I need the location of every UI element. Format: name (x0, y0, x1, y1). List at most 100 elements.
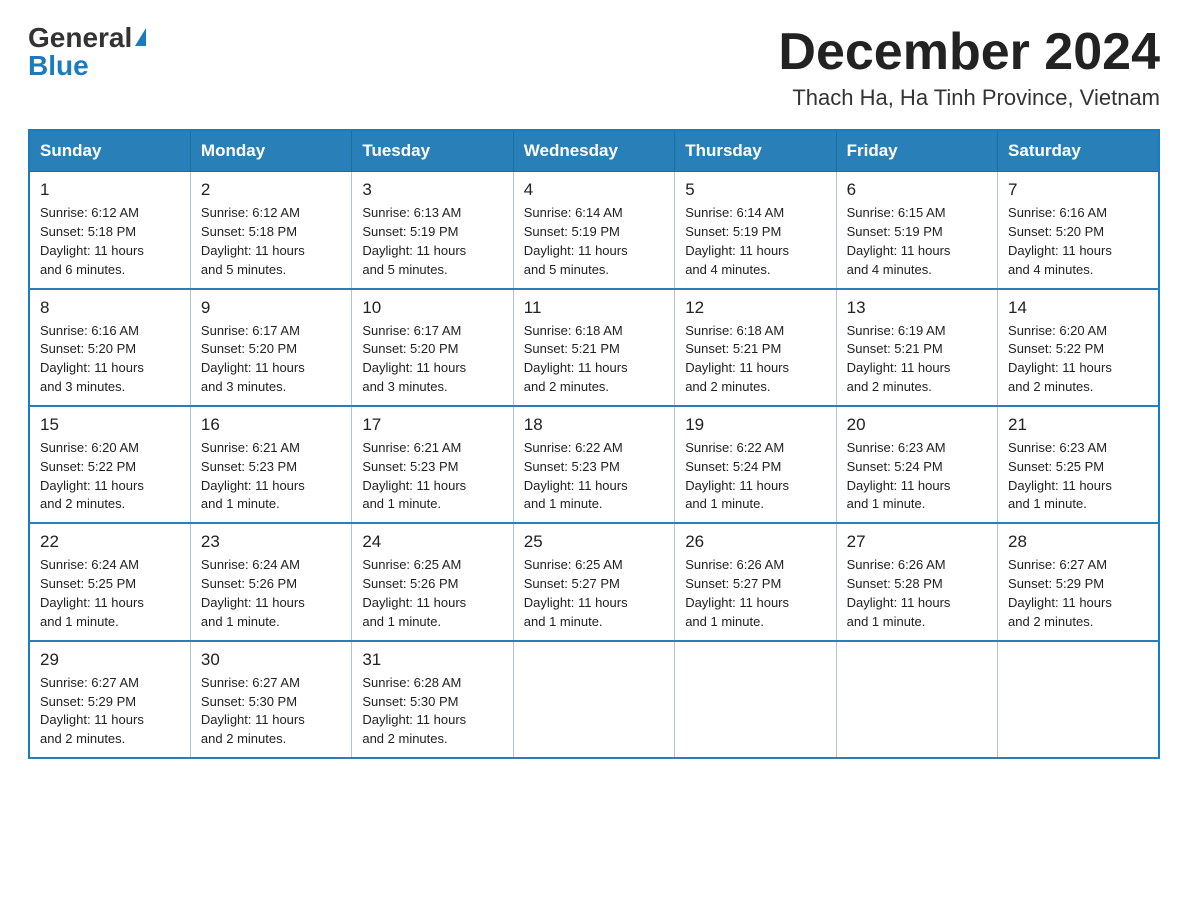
day-info: Sunrise: 6:22 AMSunset: 5:23 PMDaylight:… (524, 439, 664, 514)
day-number: 19 (685, 415, 825, 435)
header-tuesday: Tuesday (352, 130, 513, 172)
calendar-cell: 7 Sunrise: 6:16 AMSunset: 5:20 PMDaylight… (998, 172, 1159, 289)
logo-general-text: General (28, 24, 132, 52)
week-row-2: 8Sunrise: 6:16 AMSunset: 5:20 PMDaylight… (29, 289, 1159, 406)
day-number: 3 (362, 180, 502, 200)
day-number: 27 (847, 532, 987, 552)
day-info: Sunrise: 6:13 AMSunset: 5:19 PMDaylight:… (362, 204, 502, 279)
day-info: Sunrise: 6:25 AMSunset: 5:26 PMDaylight:… (362, 556, 502, 631)
day-number: 18 (524, 415, 664, 435)
week-row-5: 29Sunrise: 6:27 AMSunset: 5:29 PMDayligh… (29, 641, 1159, 758)
day-info: Sunrise: 6:20 AMSunset: 5:22 PMDaylight:… (1008, 322, 1148, 397)
day-number: 28 (1008, 532, 1148, 552)
day-number: 26 (685, 532, 825, 552)
day-number: 24 (362, 532, 502, 552)
day-number: 12 (685, 298, 825, 318)
day-number: 5 (685, 180, 825, 200)
calendar-cell: 24 Sunrise: 6:25 AMSunset: 5:26 PMDayligh… (352, 523, 513, 640)
calendar-cell: 17 Sunrise: 6:21 AMSunset: 5:23 PMDayligh… (352, 406, 513, 523)
day-info: Sunrise: 6:23 AMSunset: 5:24 PMDaylight:… (847, 439, 987, 514)
calendar-cell: 25 Sunrise: 6:25 AMSunset: 5:27 PMDayligh… (513, 523, 674, 640)
day-number: 29 (40, 650, 180, 670)
day-info: Sunrise: 6:16 AMSunset: 5:20 PMDaylight:… (1008, 204, 1148, 279)
page-header: General Blue December 2024 Thach Ha, Ha … (28, 24, 1160, 111)
calendar-cell: 18 Sunrise: 6:22 AMSunset: 5:23 PMDayligh… (513, 406, 674, 523)
day-info: Sunrise: 6:12 AMSunset: 5:18 PMDaylight:… (40, 204, 180, 279)
calendar-cell: 4 Sunrise: 6:14 AMSunset: 5:19 PMDaylight… (513, 172, 674, 289)
day-info: Sunrise: 6:26 AMSunset: 5:27 PMDaylight:… (685, 556, 825, 631)
day-info: Sunrise: 6:21 AMSunset: 5:23 PMDaylight:… (362, 439, 502, 514)
logo-blue-text: Blue (28, 52, 89, 80)
day-info: Sunrise: 6:20 AMSunset: 5:22 PMDaylight:… (40, 439, 180, 514)
calendar-cell: 19Sunrise: 6:22 AMSunset: 5:24 PMDayligh… (675, 406, 836, 523)
calendar-cell: 13 Sunrise: 6:19 AMSunset: 5:21 PMDayligh… (836, 289, 997, 406)
calendar-cell: 14Sunrise: 6:20 AMSunset: 5:22 PMDayligh… (998, 289, 1159, 406)
day-info: Sunrise: 6:24 AMSunset: 5:26 PMDaylight:… (201, 556, 341, 631)
day-number: 15 (40, 415, 180, 435)
header-sunday: Sunday (29, 130, 190, 172)
week-row-3: 15 Sunrise: 6:20 AMSunset: 5:22 PMDayligh… (29, 406, 1159, 523)
calendar-cell: 20 Sunrise: 6:23 AMSunset: 5:24 PMDayligh… (836, 406, 997, 523)
header-row: SundayMondayTuesdayWednesdayThursdayFrid… (29, 130, 1159, 172)
logo-triangle-icon (135, 28, 146, 46)
day-info: Sunrise: 6:18 AMSunset: 5:21 PMDaylight:… (524, 322, 664, 397)
calendar-cell: 10 Sunrise: 6:17 AMSunset: 5:20 PMDayligh… (352, 289, 513, 406)
calendar-cell: 8Sunrise: 6:16 AMSunset: 5:20 PMDaylight… (29, 289, 190, 406)
calendar-body: 1 Sunrise: 6:12 AMSunset: 5:18 PMDaylight… (29, 172, 1159, 758)
day-info: Sunrise: 6:23 AMSunset: 5:25 PMDaylight:… (1008, 439, 1148, 514)
day-info: Sunrise: 6:12 AMSunset: 5:18 PMDaylight:… (201, 204, 341, 279)
day-info: Sunrise: 6:19 AMSunset: 5:21 PMDaylight:… (847, 322, 987, 397)
logo: General Blue (28, 24, 146, 80)
day-number: 21 (1008, 415, 1148, 435)
day-number: 31 (362, 650, 502, 670)
calendar-cell: 11 Sunrise: 6:18 AMSunset: 5:21 PMDayligh… (513, 289, 674, 406)
day-number: 8 (40, 298, 180, 318)
day-number: 25 (524, 532, 664, 552)
day-info: Sunrise: 6:27 AMSunset: 5:29 PMDaylight:… (1008, 556, 1148, 631)
calendar-cell (513, 641, 674, 758)
calendar-header: SundayMondayTuesdayWednesdayThursdayFrid… (29, 130, 1159, 172)
day-number: 11 (524, 298, 664, 318)
calendar-cell: 21 Sunrise: 6:23 AMSunset: 5:25 PMDayligh… (998, 406, 1159, 523)
day-info: Sunrise: 6:17 AMSunset: 5:20 PMDaylight:… (362, 322, 502, 397)
calendar-cell: 5 Sunrise: 6:14 AMSunset: 5:19 PMDaylight… (675, 172, 836, 289)
calendar-cell: 27 Sunrise: 6:26 AMSunset: 5:28 PMDayligh… (836, 523, 997, 640)
day-info: Sunrise: 6:21 AMSunset: 5:23 PMDaylight:… (201, 439, 341, 514)
week-row-4: 22Sunrise: 6:24 AMSunset: 5:25 PMDayligh… (29, 523, 1159, 640)
day-number: 9 (201, 298, 341, 318)
day-info: Sunrise: 6:18 AMSunset: 5:21 PMDaylight:… (685, 322, 825, 397)
calendar-cell: 1 Sunrise: 6:12 AMSunset: 5:18 PMDaylight… (29, 172, 190, 289)
day-info: Sunrise: 6:14 AMSunset: 5:19 PMDaylight:… (524, 204, 664, 279)
day-number: 23 (201, 532, 341, 552)
location-subtitle: Thach Ha, Ha Tinh Province, Vietnam (778, 85, 1160, 111)
day-number: 17 (362, 415, 502, 435)
day-number: 13 (847, 298, 987, 318)
week-row-1: 1 Sunrise: 6:12 AMSunset: 5:18 PMDaylight… (29, 172, 1159, 289)
calendar-cell: 29Sunrise: 6:27 AMSunset: 5:29 PMDayligh… (29, 641, 190, 758)
calendar-cell: 12 Sunrise: 6:18 AMSunset: 5:21 PMDayligh… (675, 289, 836, 406)
day-info: Sunrise: 6:17 AMSunset: 5:20 PMDaylight:… (201, 322, 341, 397)
header-thursday: Thursday (675, 130, 836, 172)
day-number: 20 (847, 415, 987, 435)
calendar-cell: 28 Sunrise: 6:27 AMSunset: 5:29 PMDayligh… (998, 523, 1159, 640)
calendar-cell: 3 Sunrise: 6:13 AMSunset: 5:19 PMDaylight… (352, 172, 513, 289)
calendar-cell: 31Sunrise: 6:28 AMSunset: 5:30 PMDayligh… (352, 641, 513, 758)
calendar-cell: 2 Sunrise: 6:12 AMSunset: 5:18 PMDaylight… (190, 172, 351, 289)
day-info: Sunrise: 6:25 AMSunset: 5:27 PMDaylight:… (524, 556, 664, 631)
calendar-cell (836, 641, 997, 758)
day-info: Sunrise: 6:15 AMSunset: 5:19 PMDaylight:… (847, 204, 987, 279)
day-number: 7 (1008, 180, 1148, 200)
day-info: Sunrise: 6:14 AMSunset: 5:19 PMDaylight:… (685, 204, 825, 279)
day-number: 6 (847, 180, 987, 200)
day-number: 22 (40, 532, 180, 552)
day-number: 1 (40, 180, 180, 200)
day-info: Sunrise: 6:26 AMSunset: 5:28 PMDaylight:… (847, 556, 987, 631)
day-number: 4 (524, 180, 664, 200)
calendar-cell: 16Sunrise: 6:21 AMSunset: 5:23 PMDayligh… (190, 406, 351, 523)
calendar-cell: 22Sunrise: 6:24 AMSunset: 5:25 PMDayligh… (29, 523, 190, 640)
calendar-cell: 23 Sunrise: 6:24 AMSunset: 5:26 PMDayligh… (190, 523, 351, 640)
calendar-cell (675, 641, 836, 758)
day-number: 10 (362, 298, 502, 318)
day-number: 2 (201, 180, 341, 200)
header-wednesday: Wednesday (513, 130, 674, 172)
